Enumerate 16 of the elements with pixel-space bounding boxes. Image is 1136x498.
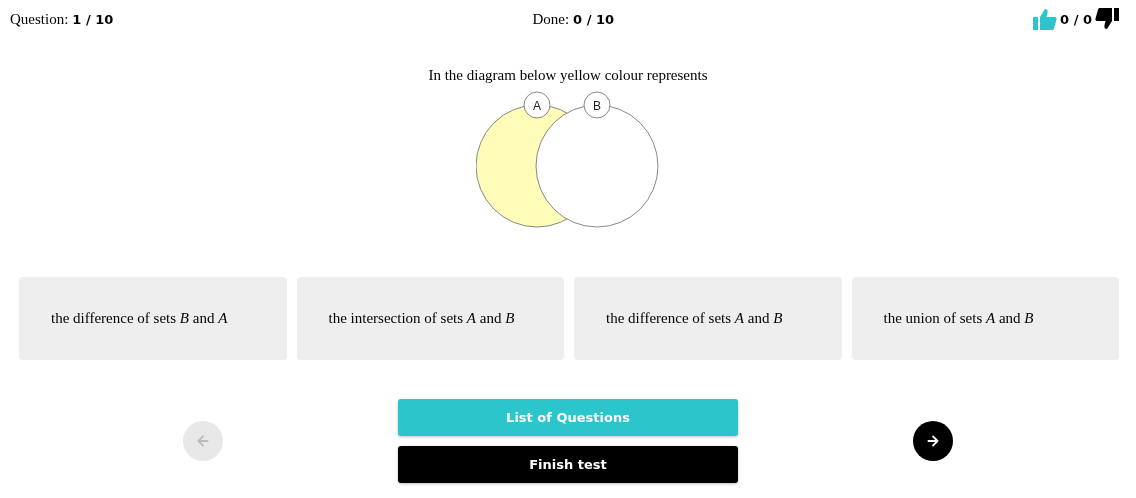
answer-option[interactable]: the union of sets A and B (851, 277, 1119, 360)
finish-button[interactable]: Finish test (398, 446, 738, 483)
done-counter: 0 / 10 (573, 11, 614, 27)
answer-option[interactable]: the difference of sets B and A (19, 277, 287, 360)
next-button[interactable] (913, 421, 953, 461)
set-label: B (583, 91, 611, 119)
answer-option[interactable]: the difference of sets A and B (574, 277, 842, 360)
done-label: Done: (532, 10, 570, 28)
question-label: Question: (10, 10, 69, 28)
score-counter: 0 / 0 (1060, 11, 1092, 27)
question-counter: 1 / 10 (72, 11, 114, 27)
thumbs-down-icon (1095, 8, 1119, 30)
thumbs-up-icon (1033, 8, 1058, 30)
question-text: In the diagram below yellow colour represents (427, 67, 709, 84)
set-label: A (523, 91, 551, 119)
answer-option[interactable]: the intersection of sets A and B (296, 277, 564, 360)
